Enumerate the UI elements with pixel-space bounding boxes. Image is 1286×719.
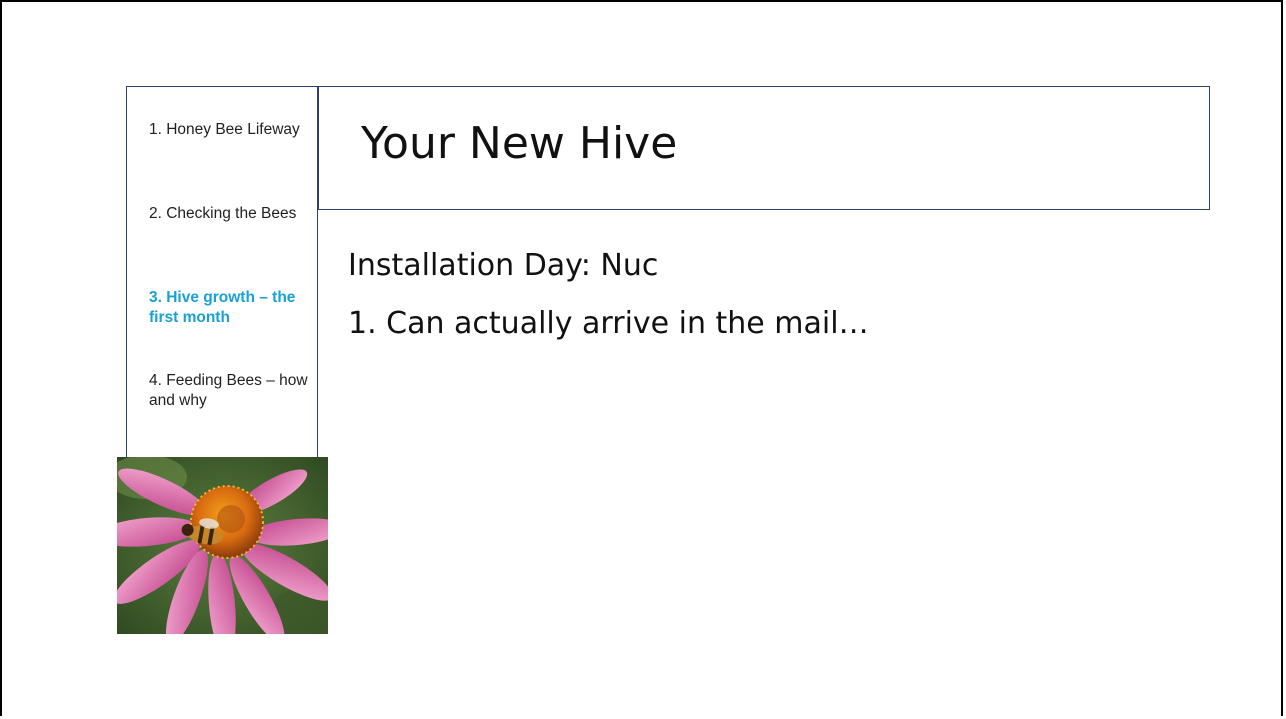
- slide-title: Your New Hive: [361, 118, 678, 169]
- slide: 1. Honey Bee Lifeway 2. Checking the Bee…: [0, 0, 1283, 716]
- slide-subtitle: Installation Day: Nuc: [348, 248, 659, 283]
- nav-item-checking-the-bees[interactable]: 2. Checking the Bees: [149, 204, 309, 224]
- nav-item-feeding-bees[interactable]: 4. Feeding Bees – how and why: [149, 371, 309, 411]
- list-item: 1. Can actually arrive in the mail…: [348, 306, 869, 341]
- bee-on-coneflower-photo: [117, 457, 328, 634]
- flower-image: [117, 457, 328, 634]
- nav-item-hive-growth[interactable]: 3. Hive growth – the first month: [149, 288, 309, 328]
- nav-item-honey-bee-lifeway[interactable]: 1. Honey Bee Lifeway: [149, 120, 309, 140]
